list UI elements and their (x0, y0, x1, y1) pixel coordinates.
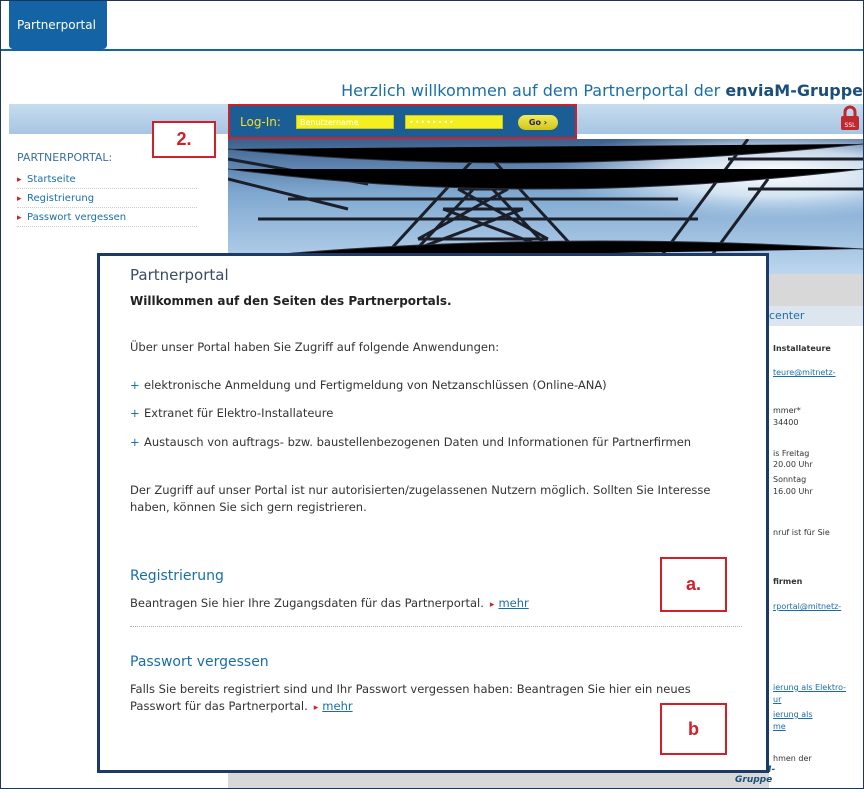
panel-text: Sonntag (773, 475, 807, 484)
dialog-subtitle: Willkommen auf den Seiten des Partnerpor… (130, 294, 452, 308)
sidebar-item-label: Registrierung (27, 193, 95, 204)
panel-text: 20.00 Uhr (773, 460, 813, 469)
sidebar-item-label: Passwort vergessen (27, 212, 127, 223)
login-form: Log-In: Benutzername •••••••• Go › (228, 104, 577, 139)
login-label: Log-In: (240, 115, 281, 129)
arrow-right-icon: ▸ (313, 703, 319, 713)
bullet-icon: + (130, 406, 140, 420)
list-item: + Austausch von auftrags- bzw. baustelle… (130, 435, 691, 449)
panel-text: mmer* (773, 406, 801, 415)
sidebar-nav: PARTNERPORTAL: ▸ Startseite ▸ Registrier… (17, 151, 197, 229)
welcome-heading: Herzlich willkommen auf dem Partnerporta… (341, 81, 863, 100)
panel-link[interactable]: ur (773, 695, 781, 704)
sidebar-item-label: Startseite (27, 174, 76, 185)
ssl-lock-icon: SSL (841, 105, 859, 130)
top-divider (1, 49, 863, 51)
registration-more-link[interactable]: mehr (498, 596, 528, 610)
list-item-text: Austausch von auftrags- bzw. baustellenb… (144, 435, 692, 449)
panel-text: firmen (773, 577, 803, 586)
registration-text-row: Beantragen Sie hier Ihre Zugangsdaten fü… (130, 596, 529, 610)
tab-label: Partnerportal (17, 18, 96, 32)
top-bar: Partnerportal (1, 1, 863, 57)
section-divider (130, 626, 742, 627)
welcome-prefix: Herzlich willkommen auf dem Partnerporta… (341, 81, 726, 100)
service-center-header: center (769, 306, 863, 326)
list-item: + elektronische Anmeldung und Fertigmeld… (130, 378, 607, 392)
registration-heading: Registrierung (130, 568, 224, 584)
go-button[interactable]: Go › (518, 115, 558, 130)
tab-partnerportal[interactable]: Partnerportal (9, 1, 107, 49)
panel-text: 34400 (773, 418, 799, 427)
panel-text: 16.00 Uhr (773, 487, 813, 496)
welcome-brand: enviaM-Gruppe (725, 81, 863, 100)
list-item: + Extranet für Elektro-Installateure (130, 406, 333, 420)
panel-link[interactable]: me (773, 722, 786, 731)
annotation-b: b (660, 703, 727, 755)
password-more-link[interactable]: mehr (322, 699, 352, 713)
bullet-icon: + (130, 435, 140, 449)
sidebar-heading: PARTNERPORTAL: (17, 151, 113, 164)
arrow-right-icon: ▸ (489, 600, 495, 610)
list-item-text: elektronische Anmeldung und Fertigmeldun… (144, 378, 607, 392)
panel-link[interactable]: ierung als Elektro- (773, 683, 846, 692)
dialog-access-text: Der Zugriff auf unser Portal ist nur aut… (130, 483, 711, 514)
registration-text: Beantragen Sie hier Ihre Zugangsdaten fü… (130, 596, 484, 610)
arrow-right-icon: ▸ (17, 175, 22, 185)
browser-page: Partnerportal Herzlich willkommen auf de… (0, 0, 864, 789)
panel-text: Installateure (773, 344, 831, 353)
bullet-icon: + (130, 378, 140, 392)
password-heading: Passwort vergessen (130, 654, 269, 670)
dialog-title: Partnerportal (130, 266, 229, 284)
annotation-a: a. (660, 557, 727, 612)
password-input[interactable]: •••••••• (405, 115, 503, 129)
dialog-intro: Über unser Portal haben Sie Zugriff auf … (130, 340, 500, 354)
svg-text:SSL: SSL (845, 122, 857, 129)
sidebar-item-startseite[interactable]: ▸ Startseite (17, 172, 197, 189)
username-input[interactable]: Benutzername (296, 115, 394, 129)
arrow-right-icon: ▸ (17, 194, 22, 204)
password-text: Falls Sie bereits registriert sind und I… (130, 682, 691, 713)
panel-text: nruf ist für Sie (773, 528, 830, 537)
partnerportal-info-dialog: Partnerportal Willkommen auf den Seiten … (97, 253, 769, 773)
panel-text: is Freitag (773, 449, 810, 458)
panel-text: hmen der (773, 754, 812, 763)
sidebar-item-passwort-vergessen[interactable]: ▸ Passwort vergessen (17, 210, 197, 227)
panel-link[interactable]: ierung als (773, 710, 813, 719)
arrow-right-icon: ▸ (17, 213, 22, 223)
sidebar-item-registrierung[interactable]: ▸ Registrierung (17, 191, 197, 208)
panel-email-link[interactable]: rportal@mitnetz- (773, 602, 841, 611)
list-item-text: Extranet für Elektro-Installateure (144, 406, 334, 420)
service-center-panel: center Installateure teure@mitnetz- mmer… (769, 306, 863, 788)
password-text-row: Falls Sie bereits registriert sind und I… (130, 681, 730, 717)
panel-email-link[interactable]: teure@mitnetz- (773, 368, 836, 377)
